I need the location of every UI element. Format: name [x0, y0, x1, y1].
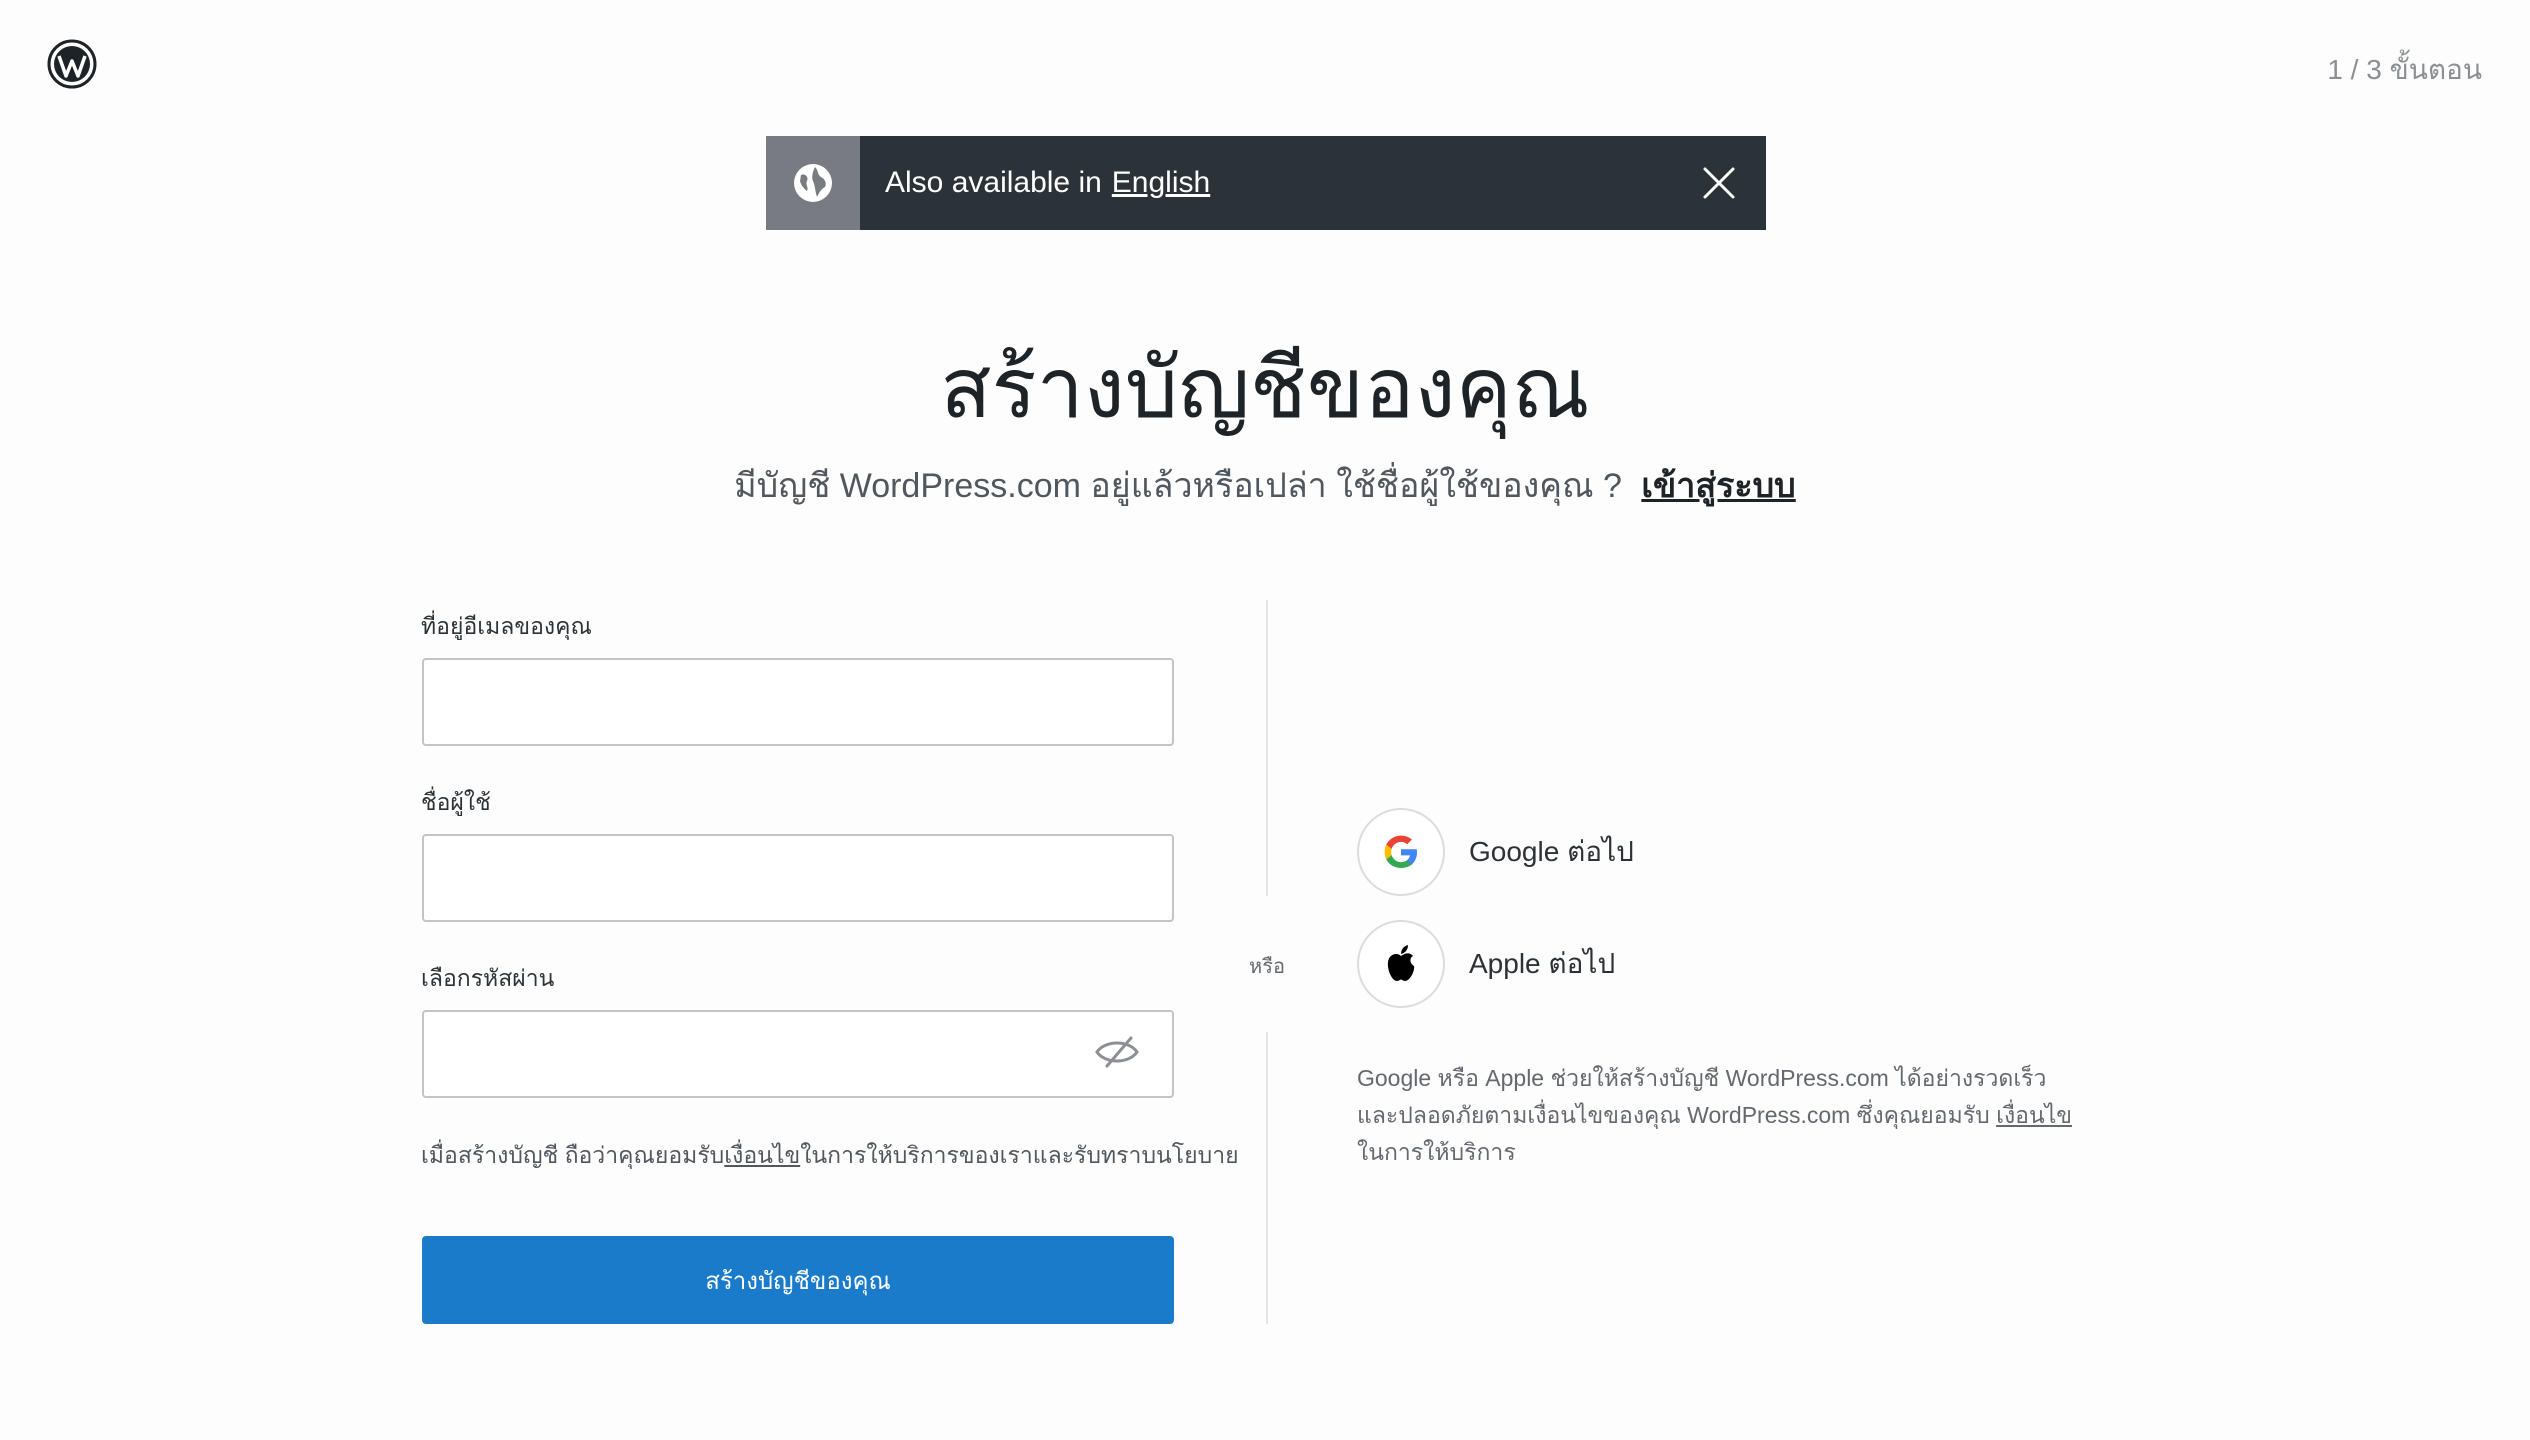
- terms-link[interactable]: เงื่อนไข: [724, 1142, 800, 1168]
- language-banner: Also available in English: [766, 136, 1766, 230]
- google-login-label: Google ต่อไป: [1469, 836, 1634, 867]
- terms-notice: เมื่อสร้างบัญชี ถือว่าคุณยอมรับเงื่อนไขใ…: [421, 1138, 1239, 1174]
- apple-login-button[interactable]: Apple ต่อไป: [1357, 920, 1615, 1008]
- google-login-button[interactable]: Google ต่อไป: [1357, 808, 1634, 896]
- username-label: ชื่อผู้ใช้: [421, 789, 491, 815]
- username-field[interactable]: [422, 834, 1174, 922]
- google-icon: [1357, 808, 1445, 896]
- english-link[interactable]: English: [1112, 166, 1210, 200]
- page-subtitle: มีบัญชี WordPress.com อยู่แล้วหรือเปล่า …: [0, 458, 2530, 512]
- email-field[interactable]: [422, 658, 1174, 746]
- disclaimer-text: Google หรือ Apple ช่วยให้สร้างบัญชี Word…: [1357, 1065, 2047, 1128]
- password-label: เลือกรหัสผ่าน: [421, 965, 555, 991]
- globe-icon: [766, 136, 860, 230]
- step-indicator: 1 / 3 ขั้นตอน: [2327, 54, 2482, 85]
- page-title: สร้างบัญชีของคุณ: [940, 339, 1590, 437]
- or-divider-label: หรือ: [1249, 956, 1285, 978]
- disclaimer-terms-link[interactable]: เงื่อนไข: [1996, 1102, 2072, 1128]
- banner-message: Also available in English: [860, 136, 1672, 230]
- password-field[interactable]: [422, 1010, 1174, 1098]
- apple-login-label: Apple ต่อไป: [1469, 948, 1616, 979]
- terms-prefix: เมื่อสร้างบัญชี ถือว่าคุณยอมรับ: [421, 1142, 725, 1168]
- wordpress-logo-icon[interactable]: [47, 39, 97, 89]
- login-link[interactable]: เข้าสู่ระบบ: [1641, 467, 1795, 505]
- close-icon: [1703, 167, 1735, 199]
- apple-icon: [1357, 920, 1445, 1008]
- toggle-password-visibility-icon[interactable]: [1093, 1030, 1141, 1074]
- divider-top: [1266, 600, 1268, 896]
- create-account-button[interactable]: สร้างบัญชีของคุณ: [422, 1236, 1174, 1324]
- close-banner-button[interactable]: [1672, 136, 1766, 230]
- disclaimer-suffix: ในการให้บริการ: [1357, 1139, 1516, 1165]
- email-label: ที่อยู่อีเมลของคุณ: [421, 613, 592, 639]
- social-disclaimer: Google หรือ Apple ช่วยให้สร้างบัญชี Word…: [1357, 1060, 2077, 1171]
- divider-bottom: [1266, 1032, 1268, 1324]
- subtitle-text: มีบัญชี WordPress.com อยู่แล้วหรือเปล่า …: [734, 467, 1622, 505]
- banner-prefix: Also available in: [885, 166, 1102, 199]
- terms-suffix: ในการให้บริการของเราและรับทราบนโยบาย: [800, 1142, 1239, 1168]
